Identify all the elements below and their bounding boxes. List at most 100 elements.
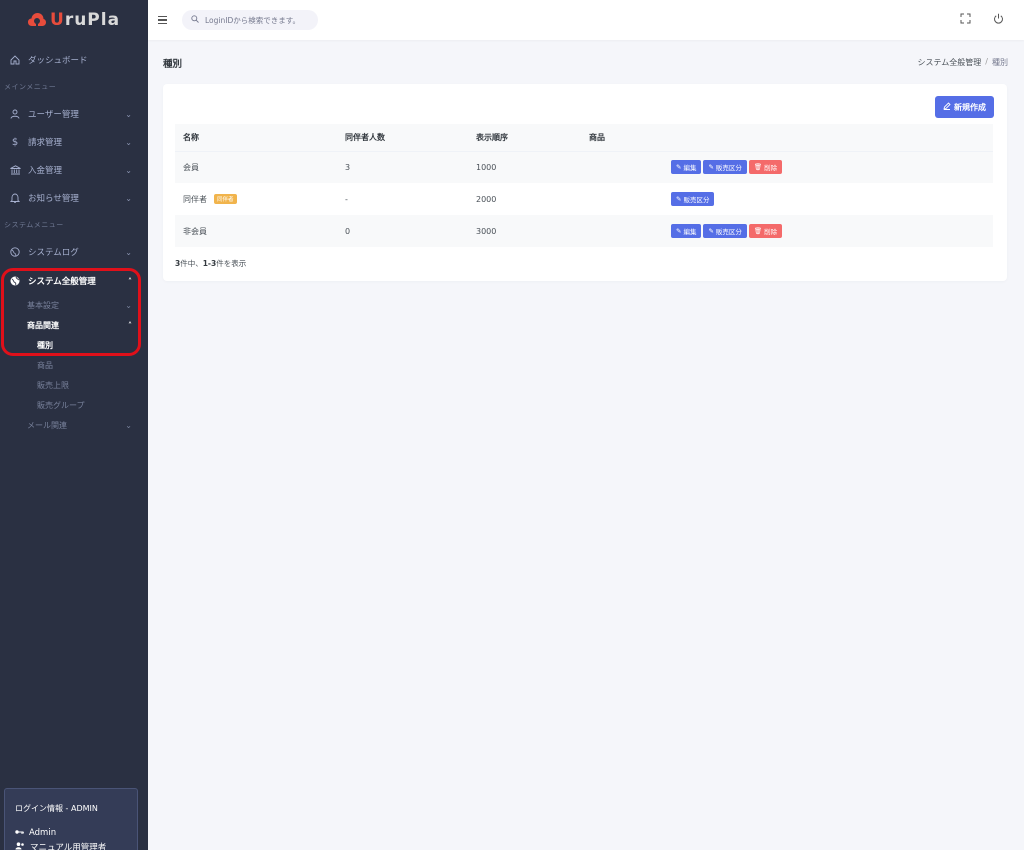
create-new-button[interactable]: 新規作成 (935, 96, 994, 118)
cell-name: 同伴者 同伴者 (175, 183, 345, 215)
login-user: Admin (29, 828, 57, 838)
button-label: 編集 (683, 228, 697, 236)
breadcrumb-item-current: 種別 (992, 58, 1008, 67)
edit-icon: ✎ (676, 227, 682, 235)
section-main-menu: メインメニュー (4, 83, 57, 91)
sales-category-button[interactable]: ✎ 販売区分 (671, 192, 715, 206)
login-info-panel: ログイン情報 - ADMIN Admin マニュアル用管理者 (4, 788, 138, 850)
logo[interactable]: UruPla (0, 0, 148, 40)
sidebar-item-system-general[interactable]: システム全般管理 ˄ (0, 267, 148, 295)
power-icon[interactable] (993, 13, 1004, 27)
chevron-down-icon: ⌄ (125, 420, 132, 430)
edit-icon: ✎ (676, 195, 682, 203)
cell-name: 会員 (183, 162, 199, 172)
delete-button[interactable]: 🗑 削除 (748, 224, 783, 238)
sidebar-item-label: システムログ (28, 248, 79, 258)
page-title: 種別 (163, 59, 183, 70)
cell-name-text: 同伴者 (183, 194, 207, 204)
sales-category-button[interactable]: ✎ 販売区分 (703, 160, 747, 175)
search-icon (191, 15, 199, 25)
cell-actions: ✎ 編集 ✎ 販売区分 🗑 削除 (671, 215, 993, 247)
col-header-companions: 同伴者人数 (345, 124, 476, 152)
menu-toggle-icon[interactable] (158, 14, 170, 26)
record-count: 3件中、1-3件を表示 (175, 258, 246, 269)
sidebar-item-notice[interactable]: お知らせ管理 ⌄ (0, 184, 148, 212)
sidebar-item-label: ユーザー管理 (28, 110, 79, 120)
home-icon (8, 55, 22, 65)
table-row: 同伴者 同伴者 - 2000 ✎ 販売区分 (175, 183, 993, 215)
topbar: LoginIDから検索できます。 (148, 0, 1024, 40)
cell-companions: - (345, 194, 348, 204)
edit-button[interactable]: ✎ 編集 (671, 160, 702, 175)
sidebar-item-label: 商品関連 (27, 320, 59, 330)
sidebar-item-basic-settings[interactable]: 基本設定 ⌄ (0, 295, 148, 315)
dollar-icon: $ (11, 136, 19, 148)
sidebar-item-label: システム全般管理 (28, 277, 96, 287)
button-label: 削除 (764, 228, 778, 236)
breadcrumb: システム全般管理 / 種別 (918, 57, 1008, 68)
login-user-row: Admin (15, 828, 127, 838)
sidebar-item-product[interactable]: 商品 (0, 355, 148, 375)
sidebar-item-dashboard[interactable]: ダッシュボード (0, 46, 148, 74)
fullscreen-icon[interactable] (960, 13, 971, 27)
users-icon (15, 841, 25, 850)
key-icon (15, 828, 24, 838)
login-role: マニュアル用管理者 (30, 843, 107, 850)
globe-icon (8, 276, 22, 286)
search-input[interactable]: LoginIDから検索できます。 (182, 10, 318, 30)
cell-product (589, 215, 671, 247)
breadcrumb-separator: / (985, 57, 988, 66)
logo-text: UruPla (50, 10, 121, 30)
edit-button[interactable]: ✎ 編集 (671, 224, 702, 238)
content-card: 新規作成 名称 同伴者人数 表示順序 商品 会員 3 1000 ✎ 編集 ✎ 販売区分… (163, 84, 1007, 281)
sidebar-item-user-mgmt[interactable]: ユーザー管理 ⌄ (0, 100, 148, 128)
chevron-down-icon: ⌄ (125, 193, 132, 203)
button-label: 販売区分 (715, 164, 742, 173)
chevron-down-icon: ⌄ (125, 109, 132, 119)
count-range: 1-3 (202, 259, 217, 268)
chevron-down-icon: ⌄ (125, 247, 132, 257)
edit-icon (943, 102, 951, 112)
sales-category-button[interactable]: ✎ 販売区分 (703, 224, 747, 238)
sidebar-item-product-related[interactable]: 商品関連 ˄ (0, 315, 148, 335)
edit-icon: ✎ (708, 227, 714, 235)
cell-name: 非会員 (183, 226, 207, 236)
login-info-title: ログイン情報 - ADMIN (15, 804, 98, 813)
chevron-up-icon: ˄ (128, 320, 132, 330)
col-header-actions (671, 124, 993, 152)
chevron-up-icon: ˄ (128, 276, 132, 286)
button-label: 編集 (683, 164, 697, 173)
table-header-row: 名称 同伴者人数 表示順序 商品 (175, 124, 993, 152)
sidebar-item-sales-limit[interactable]: 販売上限 (0, 375, 148, 395)
table-row: 会員 3 1000 ✎ 編集 ✎ 販売区分 🗑 削除 (175, 151, 993, 183)
table-row: 非会員 0 3000 ✎ 編集 ✎ 販売区分 🗑 削除 (175, 215, 993, 247)
sidebar-item-mail-related[interactable]: メール関連 ⌄ (0, 415, 148, 435)
sidebar-item-label: お知らせ管理 (28, 194, 79, 204)
globe-icon (8, 247, 22, 257)
sidebar: UruPla ダッシュボード メインメニュー ユーザー管理 ⌄ $ 請求管理 ⌄… (0, 0, 148, 850)
col-header-name: 名称 (175, 124, 345, 152)
cell-companions: 3 (345, 162, 351, 172)
create-new-label: 新規作成 (954, 102, 986, 112)
section-system-menu: システムメニュー (4, 221, 64, 229)
bank-icon (8, 165, 22, 175)
sidebar-item-billing[interactable]: $ 請求管理 ⌄ (0, 128, 148, 156)
cell-order: 1000 (476, 162, 497, 172)
bell-icon (8, 193, 22, 203)
button-label: 削除 (764, 164, 778, 173)
count-mid: 件中、 (180, 259, 203, 268)
chevron-down-icon: ⌄ (125, 137, 132, 147)
col-header-product: 商品 (589, 124, 671, 152)
cloud-logo-icon (28, 12, 46, 28)
sidebar-item-deposit[interactable]: 入金管理 ⌄ (0, 156, 148, 184)
sidebar-item-label: 請求管理 (28, 138, 63, 148)
breadcrumb-item[interactable]: システム全般管理 (918, 57, 982, 68)
cell-companions: 0 (345, 226, 351, 236)
cell-actions: ✎ 販売区分 (671, 183, 993, 215)
edit-icon: ✎ (676, 163, 682, 172)
sidebar-item-type[interactable]: 種別 (0, 335, 148, 355)
delete-button[interactable]: 🗑 削除 (748, 160, 783, 175)
sidebar-item-system-log[interactable]: システムログ ⌄ (0, 238, 148, 266)
sidebar-item-sales-group[interactable]: 販売グループ (0, 395, 148, 415)
button-label: 販売区分 (683, 196, 710, 204)
